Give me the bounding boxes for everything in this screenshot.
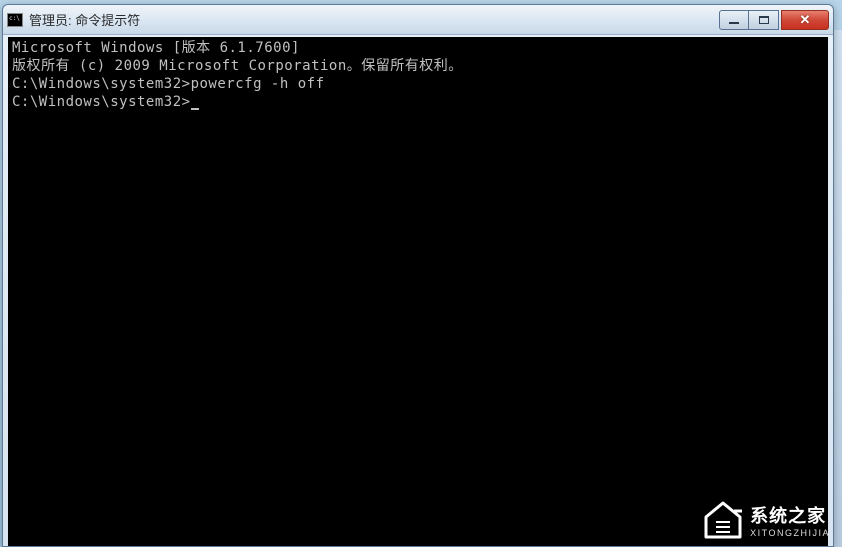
prompt-command: powercfg -h off <box>191 76 325 92</box>
watermark-text: 系统之家 XITONGZHIJIA <box>750 502 830 538</box>
close-icon: ✕ <box>800 12 811 28</box>
minimize-button[interactable] <box>719 10 749 30</box>
close-button[interactable]: ✕ <box>781 10 829 30</box>
prompt-path: C:\Windows\system32> <box>12 76 191 92</box>
window-controls: ✕ <box>719 10 829 30</box>
titlebar[interactable]: 管理员: 命令提示符 ✕ <box>3 5 833 35</box>
cmd-icon <box>7 13 23 27</box>
watermark-house-icon <box>702 501 744 539</box>
cmd-window: 管理员: 命令提示符 ✕ Microsoft Windows [版本 6.1.7… <box>2 4 834 547</box>
watermark: 系统之家 XITONGZHIJIA <box>702 501 830 539</box>
maximize-icon <box>759 16 769 24</box>
watermark-main: 系统之家 <box>750 502 830 528</box>
terminal-area[interactable]: Microsoft Windows [版本 6.1.7600] 版权所有 (c)… <box>8 37 828 546</box>
watermark-sub: XITONGZHIJIA <box>750 528 830 538</box>
window-title: 管理员: 命令提示符 <box>29 10 719 29</box>
minimize-icon <box>729 22 739 24</box>
desktop-edge <box>834 30 842 547</box>
prompt-path: C:\Windows\system32> <box>12 94 191 110</box>
maximize-button[interactable] <box>749 10 779 30</box>
terminal-line: Microsoft Windows [版本 6.1.7600] <box>12 39 824 57</box>
terminal-line: C:\Windows\system32> <box>12 93 824 111</box>
terminal-line: 版权所有 (c) 2009 Microsoft Corporation。保留所有… <box>12 57 824 75</box>
cursor <box>191 108 199 110</box>
terminal-line: C:\Windows\system32>powercfg -h off <box>12 75 824 93</box>
